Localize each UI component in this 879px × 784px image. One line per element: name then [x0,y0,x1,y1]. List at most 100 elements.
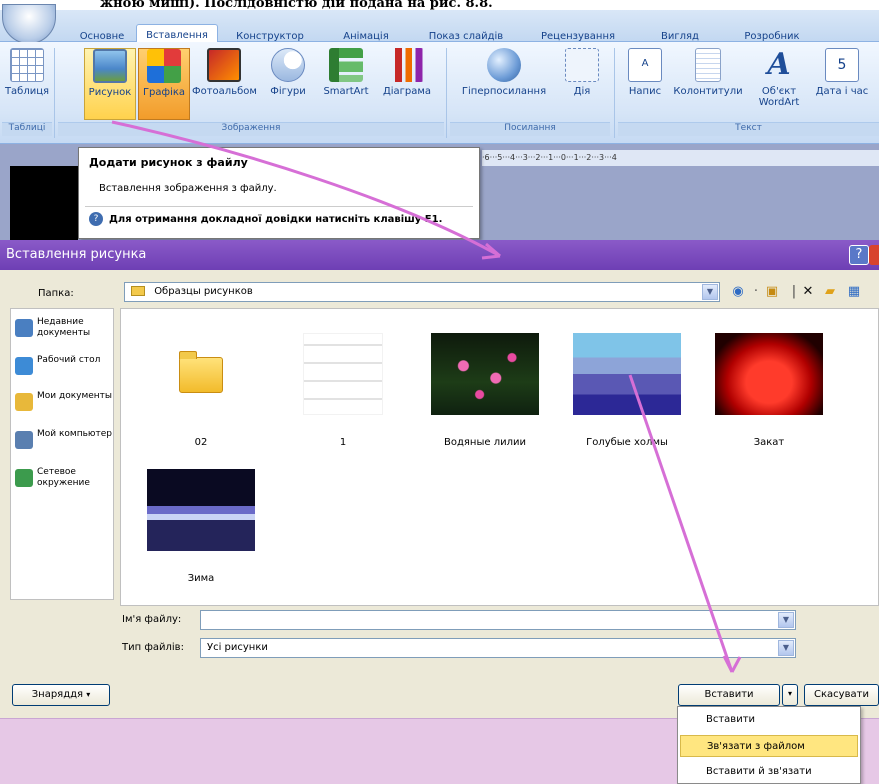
winter-thumbnail [147,469,255,551]
clipart-button[interactable]: Графіка [138,48,190,120]
picture-icon [93,49,127,83]
wordart-button[interactable]: A Об'єкт WordArt [748,48,810,120]
place-desktop[interactable]: Рабочий стол [15,355,100,375]
file-list: 02 1 Водяные лилии Голубые холмы Закат З… [120,308,879,606]
up-folder-icon[interactable]: ▣ [764,284,780,300]
textbox-button-label: Напис [628,86,662,97]
chevron-down-icon: ▾ [86,690,91,699]
blue-hills-thumbnail [573,333,681,415]
file-item[interactable]: 1 [273,333,413,448]
ribbon-tab-bar: Основне Вставлення Конструктор Анімація … [0,4,879,53]
group-tables-label: Таблиці [2,122,52,136]
chart-button[interactable]: Діаграма [376,48,438,120]
folder-value: Образцы рисунков [154,286,253,297]
slide-thumbnail [10,166,78,240]
file-item[interactable]: Закат [699,333,839,448]
table-button-label: Таблиця [4,86,50,97]
my-computer-icon [15,431,33,449]
place-label: Мой компьютер [37,429,112,439]
screenshot-root: жною миші). Послідовністю дій подана на … [0,0,879,784]
shapes-icon [271,48,305,82]
header-footer-button[interactable]: Колонтитули [672,48,744,120]
dialog-title-bar: Вставлення рисунка ? [0,240,879,270]
filename-label: Ім'я файлу: [122,614,182,625]
help-icon: ? [89,212,103,226]
file-name: 02 [194,437,208,448]
folder-icon [131,286,145,296]
delete-icon[interactable]: ✕ [800,284,816,300]
chevron-down-icon[interactable]: · [748,284,764,300]
table-button[interactable]: Таблиця [4,48,50,120]
place-recent[interactable]: Недавние документы [15,317,113,339]
calendar-icon: 5 [825,48,859,82]
chevron-down-icon[interactable]: ▼ [702,284,718,300]
file-name: Голубые холмы [586,437,668,448]
menu-item-insert[interactable]: Вставити [680,709,858,731]
tools-button-label: Знаряддя [31,689,84,700]
filetype-value: Усі рисунки [207,642,268,653]
place-network[interactable]: Сетевое окружение [15,467,113,489]
place-my-computer[interactable]: Мой компьютер [15,429,112,449]
cancel-button[interactable]: Скасувати [804,684,879,706]
insert-options-button[interactable]: ▾ [782,684,798,706]
chart-icon [390,48,424,82]
photoalbum-button[interactable]: Фотоальбом [192,48,257,120]
wordart-icon: A [767,47,791,82]
folder-combo[interactable]: Образцы рисунков ▼ [124,282,720,302]
smartart-icon [329,48,363,82]
clipart-icon [147,49,181,83]
views-icon[interactable]: ▦ [846,284,862,300]
file-name: Зима [187,573,215,584]
back-icon[interactable]: ◉ [730,284,746,300]
tooltip-help-text: Для отримання докладної довідки натисніт… [109,214,443,225]
header-footer-button-label: Колонтитули [673,86,743,97]
menu-item-link-to-file[interactable]: Зв'язати з файлом [680,735,858,757]
file-item[interactable]: Голубые холмы [557,333,697,448]
place-label: Недавние документы [37,317,91,338]
hyperlink-button[interactable]: Гіперпосилання [452,48,556,120]
tooltip-divider [85,206,473,207]
textbox-button[interactable]: A Напис [620,48,670,120]
tooltip-title: Додати рисунок з файлу [89,156,248,169]
smartart-button[interactable]: SmartArt [318,48,374,120]
wordart-button-label: Об'єкт WordArt [758,86,800,108]
clipart-button-label: Графіка [142,87,186,98]
recent-documents-icon [15,319,33,337]
photo-album-icon [207,48,241,82]
datetime-button[interactable]: 5 Дата і час [814,48,870,120]
dialog-help-button[interactable]: ? [849,245,869,265]
desktop-icon [15,357,33,375]
menu-item-insert-and-link[interactable]: Вставити й зв'язати [680,761,858,783]
hyperlink-globe-icon [487,48,521,82]
filetype-select[interactable]: Усі рисунки ▼ [200,638,796,658]
ruler: ·6···5···4···3···2···1···0···1···2···3··… [482,150,879,166]
chevron-down-icon: ▾ [787,689,792,698]
file-name: Водяные лилии [444,437,526,448]
folder-label: Папка: [38,288,74,299]
picture-button[interactable]: Рисунок [84,48,136,120]
place-label: Мои документы [37,391,113,401]
my-documents-icon [15,393,33,411]
insert-picture-dialog: Папка: Образцы рисунков ▼ ◉ · ▣ | ✕ ▰ ▦ … [0,270,879,718]
office-button[interactable] [2,4,56,44]
smartart-button-label: SmartArt [323,86,369,97]
file-item[interactable]: Водяные лилии [415,333,555,448]
chevron-down-icon[interactable]: ▼ [778,640,794,656]
group-separator [614,48,615,138]
file-item[interactable]: 02 [131,333,271,448]
chevron-down-icon[interactable]: ▼ [778,612,794,628]
tools-button[interactable]: Знаряддя ▾ [12,684,110,706]
place-my-documents[interactable]: Мои документы [15,391,113,411]
action-icon [565,48,599,82]
datetime-button-label: Дата і час [815,86,869,97]
places-bar: Недавние документы Рабочий стол Мои доку… [10,308,114,600]
insert-button[interactable]: Вставити [678,684,780,706]
dialog-close-button[interactable] [869,245,879,265]
new-folder-icon[interactable]: ▰ [822,284,838,300]
group-text-label: Текст [618,122,879,136]
filename-input[interactable]: ▼ [200,610,796,630]
photoalbum-button-label: Фотоальбом [192,86,257,97]
file-item[interactable]: Зима [131,469,271,584]
action-button[interactable]: Дія [560,48,604,120]
shapes-button[interactable]: Фігури [262,48,314,120]
